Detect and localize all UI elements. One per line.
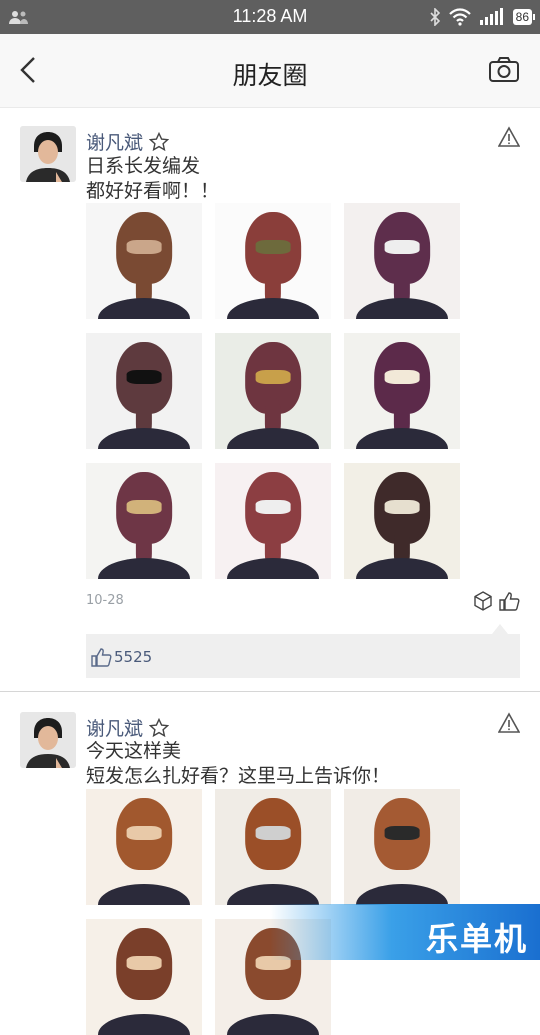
post-image[interactable] bbox=[86, 919, 202, 1035]
like-thumb-icon bbox=[91, 648, 112, 667]
page-title: 朋友圈 bbox=[232, 61, 308, 90]
bluetooth-icon bbox=[430, 8, 440, 26]
wifi-icon bbox=[448, 8, 471, 26]
post-image[interactable] bbox=[344, 789, 460, 905]
post-date: 10-28 bbox=[86, 593, 124, 608]
post-header: 谢凡斌 bbox=[86, 714, 170, 741]
post-image[interactable] bbox=[215, 463, 331, 579]
author-name[interactable]: 谢凡斌 bbox=[86, 128, 143, 155]
battery-indicator: 86 bbox=[512, 9, 536, 25]
avatar-image bbox=[20, 712, 76, 768]
post-image[interactable] bbox=[215, 333, 331, 449]
like-thumb-icon[interactable] bbox=[498, 590, 520, 612]
post-actions bbox=[472, 590, 520, 612]
report-warning-icon[interactable] bbox=[498, 126, 520, 148]
camera-icon[interactable] bbox=[488, 56, 520, 84]
post-header: 谢凡斌 bbox=[86, 128, 170, 155]
post-image[interactable] bbox=[344, 203, 460, 319]
likes-panel: 5525 bbox=[86, 624, 520, 678]
star-icon[interactable] bbox=[149, 717, 170, 738]
avatar[interactable] bbox=[20, 126, 76, 182]
watermark-banner: 乐单机 bbox=[270, 904, 540, 960]
post-image[interactable] bbox=[344, 333, 460, 449]
status-bar: 11:28 AM 86 bbox=[0, 0, 540, 34]
post-image[interactable] bbox=[344, 463, 460, 579]
post-text: 今天这样美 短发怎么扎好看？这里马上告诉你！ bbox=[86, 740, 391, 787]
post-image[interactable] bbox=[86, 203, 202, 319]
post-image[interactable] bbox=[215, 203, 331, 319]
app-bar: 朋友圈 bbox=[0, 34, 540, 108]
post-image[interactable] bbox=[86, 333, 202, 449]
avatar-image bbox=[20, 126, 76, 182]
share-cube-icon[interactable] bbox=[472, 590, 494, 612]
post-image[interactable] bbox=[86, 463, 202, 579]
avatar[interactable] bbox=[20, 712, 76, 768]
report-warning-icon[interactable] bbox=[498, 712, 520, 734]
post-text: 日系长发编发 都好好看啊！！ bbox=[86, 155, 220, 202]
like-count[interactable]: 5525 bbox=[114, 648, 152, 666]
watermark-text: 乐单机 bbox=[425, 920, 528, 958]
post-image[interactable] bbox=[215, 789, 331, 905]
status-icons: 86 bbox=[429, 7, 536, 27]
star-icon[interactable] bbox=[149, 131, 170, 152]
post-image[interactable] bbox=[86, 789, 202, 905]
post-divider bbox=[0, 691, 540, 692]
signal-icon bbox=[479, 8, 503, 25]
image-grid bbox=[86, 203, 460, 579]
author-name[interactable]: 谢凡斌 bbox=[86, 714, 143, 741]
